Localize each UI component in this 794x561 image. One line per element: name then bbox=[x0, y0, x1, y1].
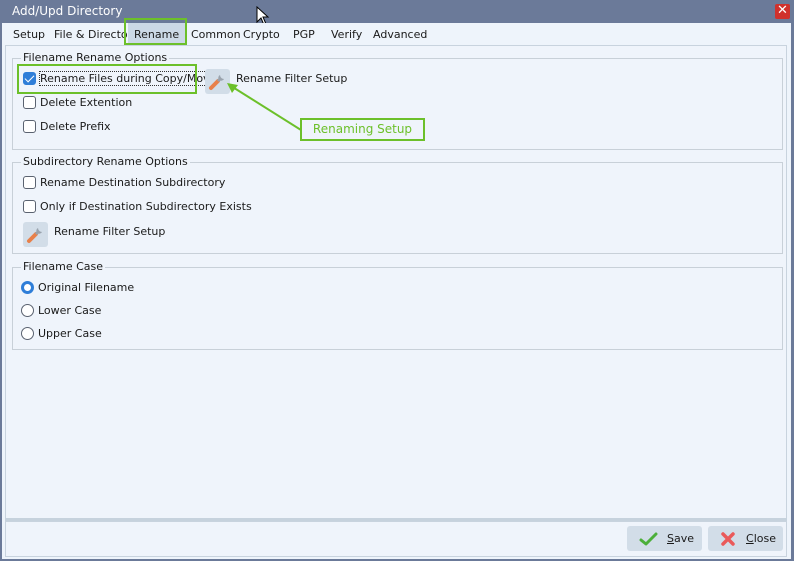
radio-button[interactable] bbox=[21, 281, 34, 294]
footer-bar: Save Close bbox=[5, 521, 787, 557]
radio-button[interactable] bbox=[21, 327, 34, 340]
tab-pgp[interactable]: PGP bbox=[293, 28, 315, 41]
filename-case-group: Filename Case Original Filename Lower Ca… bbox=[12, 260, 783, 350]
annotation-arrow-icon bbox=[227, 83, 302, 131]
tab-advanced[interactable]: Advanced bbox=[373, 28, 427, 41]
rename-files-highlight bbox=[17, 64, 197, 94]
radio-label: Lower Case bbox=[38, 304, 102, 317]
window-close-button[interactable]: ✕ bbox=[775, 4, 790, 19]
wrench-icon bbox=[27, 228, 42, 243]
rename-destination-subdirectory-checkbox[interactable]: Rename Destination Subdirectory bbox=[23, 176, 225, 189]
checkbox-label: Only if Destination Subdirectory Exists bbox=[40, 200, 252, 213]
only-if-destination-exists-checkbox[interactable]: Only if Destination Subdirectory Exists bbox=[23, 200, 252, 213]
checkbox[interactable] bbox=[23, 176, 36, 189]
close-label: lose bbox=[753, 532, 776, 545]
radio-button[interactable] bbox=[21, 304, 34, 317]
tab-common[interactable]: Common bbox=[191, 28, 241, 41]
title-bar[interactable]: Add/Upd Directory ✕ bbox=[0, 0, 794, 26]
subdirectory-rename-filter-setup-button[interactable] bbox=[23, 222, 48, 247]
radio-original-filename[interactable]: Original Filename bbox=[21, 281, 134, 294]
delete-prefix-checkbox[interactable]: Delete Prefix bbox=[23, 120, 111, 133]
radio-upper-case[interactable]: Upper Case bbox=[21, 327, 102, 340]
delete-extension-checkbox[interactable]: Delete Extention bbox=[23, 96, 132, 109]
window-title: Add/Upd Directory bbox=[12, 4, 123, 18]
rename-tab-panel: Filename Rename Options Rename Files dur… bbox=[5, 45, 787, 519]
checkbox-label: Delete Extention bbox=[40, 96, 133, 109]
x-icon bbox=[721, 531, 735, 546]
checkbox-label: Delete Prefix bbox=[40, 120, 111, 133]
save-button[interactable]: Save bbox=[627, 526, 702, 551]
subdirectory-rename-filter-setup-label[interactable]: Rename Filter Setup bbox=[54, 225, 165, 238]
radio-label: Original Filename bbox=[38, 281, 135, 294]
tab-bar: Setup File & Directory Rename Common Cry… bbox=[2, 23, 791, 45]
close-button[interactable]: Close bbox=[708, 526, 783, 551]
group-label: Filename Case bbox=[21, 260, 106, 273]
group-label: Subdirectory Rename Options bbox=[21, 155, 190, 168]
radio-label: Upper Case bbox=[38, 327, 102, 340]
checkbox[interactable] bbox=[23, 96, 36, 109]
save-mnemonic: S bbox=[667, 532, 674, 545]
subdirectory-rename-group: Subdirectory Rename Options Rename Desti… bbox=[12, 155, 783, 254]
checkbox[interactable] bbox=[23, 120, 36, 133]
save-label: ave bbox=[673, 532, 695, 545]
radio-lower-case[interactable]: Lower Case bbox=[21, 304, 101, 317]
dialog-client: Setup File & Directory Rename Common Cry… bbox=[2, 23, 791, 559]
tab-crypto[interactable]: Crypto bbox=[243, 28, 280, 41]
group-label: Filename Rename Options bbox=[21, 51, 170, 64]
renaming-setup-callout: Renaming Setup bbox=[300, 118, 425, 141]
checkbox[interactable] bbox=[23, 200, 36, 213]
checkbox-label: Rename Destination Subdirectory bbox=[40, 176, 226, 189]
rename-tab-highlight bbox=[124, 18, 187, 45]
dialog-window: Add/Upd Directory ✕ Setup File & Directo… bbox=[0, 0, 794, 561]
tab-setup[interactable]: Setup bbox=[13, 28, 45, 41]
checkmark-icon bbox=[639, 532, 658, 545]
tab-verify[interactable]: Verify bbox=[331, 28, 362, 41]
close-mnemonic: C bbox=[746, 532, 754, 545]
